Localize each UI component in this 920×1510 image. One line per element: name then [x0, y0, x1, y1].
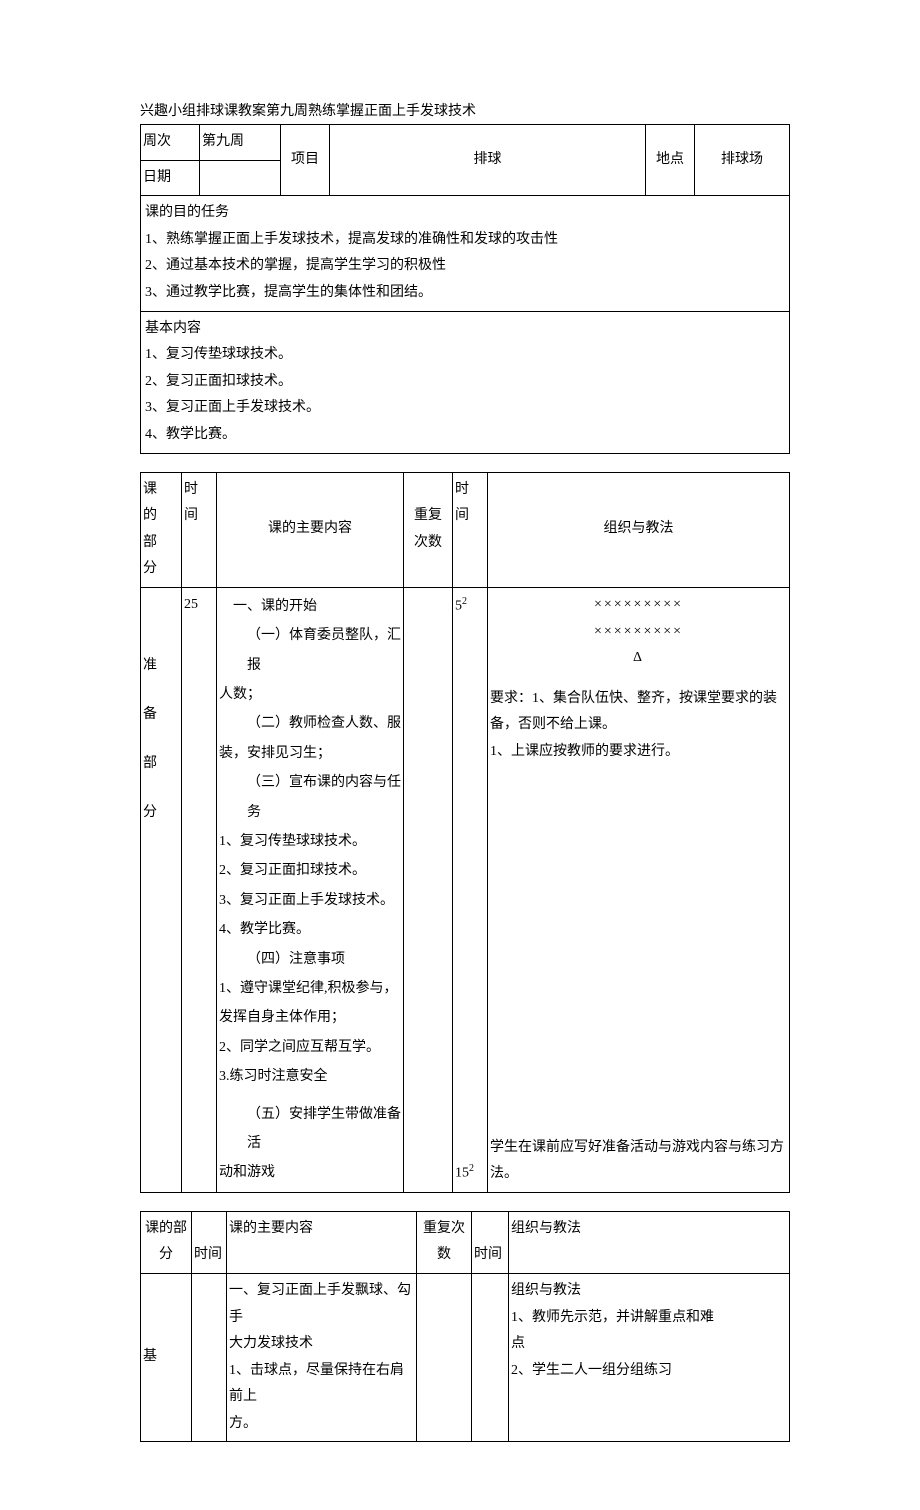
basic-line: 3、复习正面上手发球技术。 — [145, 395, 785, 422]
basic-time — [192, 1273, 227, 1442]
date-label: 日期 — [141, 160, 200, 196]
col-content-header: 课的主要内容 — [217, 472, 404, 587]
formation-row: ××××××××× — [490, 592, 787, 619]
prep-duration: 52 152 — [453, 587, 488, 1192]
basic-line: 4、教学比赛。 — [145, 422, 785, 449]
col-org-header: 组织与教法 — [509, 1211, 790, 1273]
date-value — [200, 160, 281, 196]
col-org-header: 组织与教法 — [488, 472, 790, 587]
basic-dur — [472, 1273, 509, 1442]
project-label: 项目 — [281, 125, 330, 196]
week-label: 周次 — [141, 125, 200, 161]
col-part-header: 课 的 部 分 — [141, 472, 182, 587]
basic-org: 组织与教法 1、教师先示范，并讲解重点和难 点 2、学生二人一组分组练习 — [509, 1273, 790, 1442]
basic-part-table: 课的部 分 时间 课的主要内容 重复次 数 时间 组织与教法 基 一、复习正面上… — [140, 1211, 790, 1443]
info-table: 周次 第九周 项目 排球 地点 排球场 日期 课的目的任务 1、熟练掌握正面上手… — [140, 124, 790, 454]
col-content-header: 课的主要内容 — [227, 1211, 417, 1273]
basic-line: 1、复习传垫球球技术。 — [145, 342, 785, 369]
purpose-cell: 课的目的任务 1、熟练掌握正面上手发球技术，提高发球的准确性和发球的攻击性 2、… — [141, 196, 790, 311]
col-rep-header: 重复 次数 — [404, 472, 453, 587]
basic-header: 基本内容 — [145, 316, 785, 343]
purpose-line: 2、通过基本技术的掌握，提高学生学习的积极性 — [145, 253, 785, 280]
week-value: 第九周 — [200, 125, 281, 161]
org-requirement: 要求：1、集合队伍快、整齐，按课堂要求的装备，否则不给上课。 — [490, 686, 787, 739]
project-value: 排球 — [330, 125, 646, 196]
formation-row: ××××××××× — [490, 619, 787, 646]
org-footnote: 学生在课前应写好准备活动与游戏内容与练习方法。 — [490, 1135, 787, 1188]
prep-organization: ××××××××× ××××××××× Δ 要求：1、集合队伍快、整齐，按课堂要… — [488, 587, 790, 1192]
col-part-header: 课的部 分 — [141, 1211, 192, 1273]
col-time-header: 时 间 — [182, 472, 217, 587]
prep-section-label: 准 备 部 分 — [141, 587, 182, 1192]
basic-section-label: 基 — [141, 1273, 192, 1442]
prep-time-value: 25 — [182, 587, 217, 1192]
basic-content: 一、复习正面上手发飘球、勾手 大力发球技术 1、击球点，尽量保持在右肩前上 方。 — [227, 1273, 417, 1442]
purpose-header: 课的目的任务 — [145, 200, 785, 227]
col-rep-header: 重复次 数 — [417, 1211, 472, 1273]
prep-rep — [404, 587, 453, 1192]
main-table: 课 的 部 分 时 间 课的主要内容 重复 次数 时 间 组织与教法 准 备 部… — [140, 472, 790, 1193]
location-value: 排球场 — [695, 125, 790, 196]
col-dur-header: 时间 — [472, 1211, 509, 1273]
formation-teacher: Δ — [490, 645, 787, 672]
basic-line: 2、复习正面扣球技术。 — [145, 369, 785, 396]
prep-content: 一、课的开始 （一）体育委员整队，汇报 人数； （二）教师检查人数、服 装，安排… — [217, 587, 404, 1192]
col-time-header: 时间 — [192, 1211, 227, 1273]
basic-cell: 基本内容 1、复习传垫球球技术。 2、复习正面扣球技术。 3、复习正面上手发球技… — [141, 311, 790, 453]
col-dur-header: 时 间 — [453, 472, 488, 587]
purpose-line: 1、熟练掌握正面上手发球技术，提高发球的准确性和发球的攻击性 — [145, 227, 785, 254]
basic-rep — [417, 1273, 472, 1442]
purpose-line: 3、通过教学比赛，提高学生的集体性和团结。 — [145, 280, 785, 307]
location-label: 地点 — [646, 125, 695, 196]
org-requirement: 1、上课应按教师的要求进行。 — [490, 739, 787, 766]
document-title: 兴趣小组排球课教案第九周熟练掌握正面上手发球技术 — [140, 100, 790, 120]
